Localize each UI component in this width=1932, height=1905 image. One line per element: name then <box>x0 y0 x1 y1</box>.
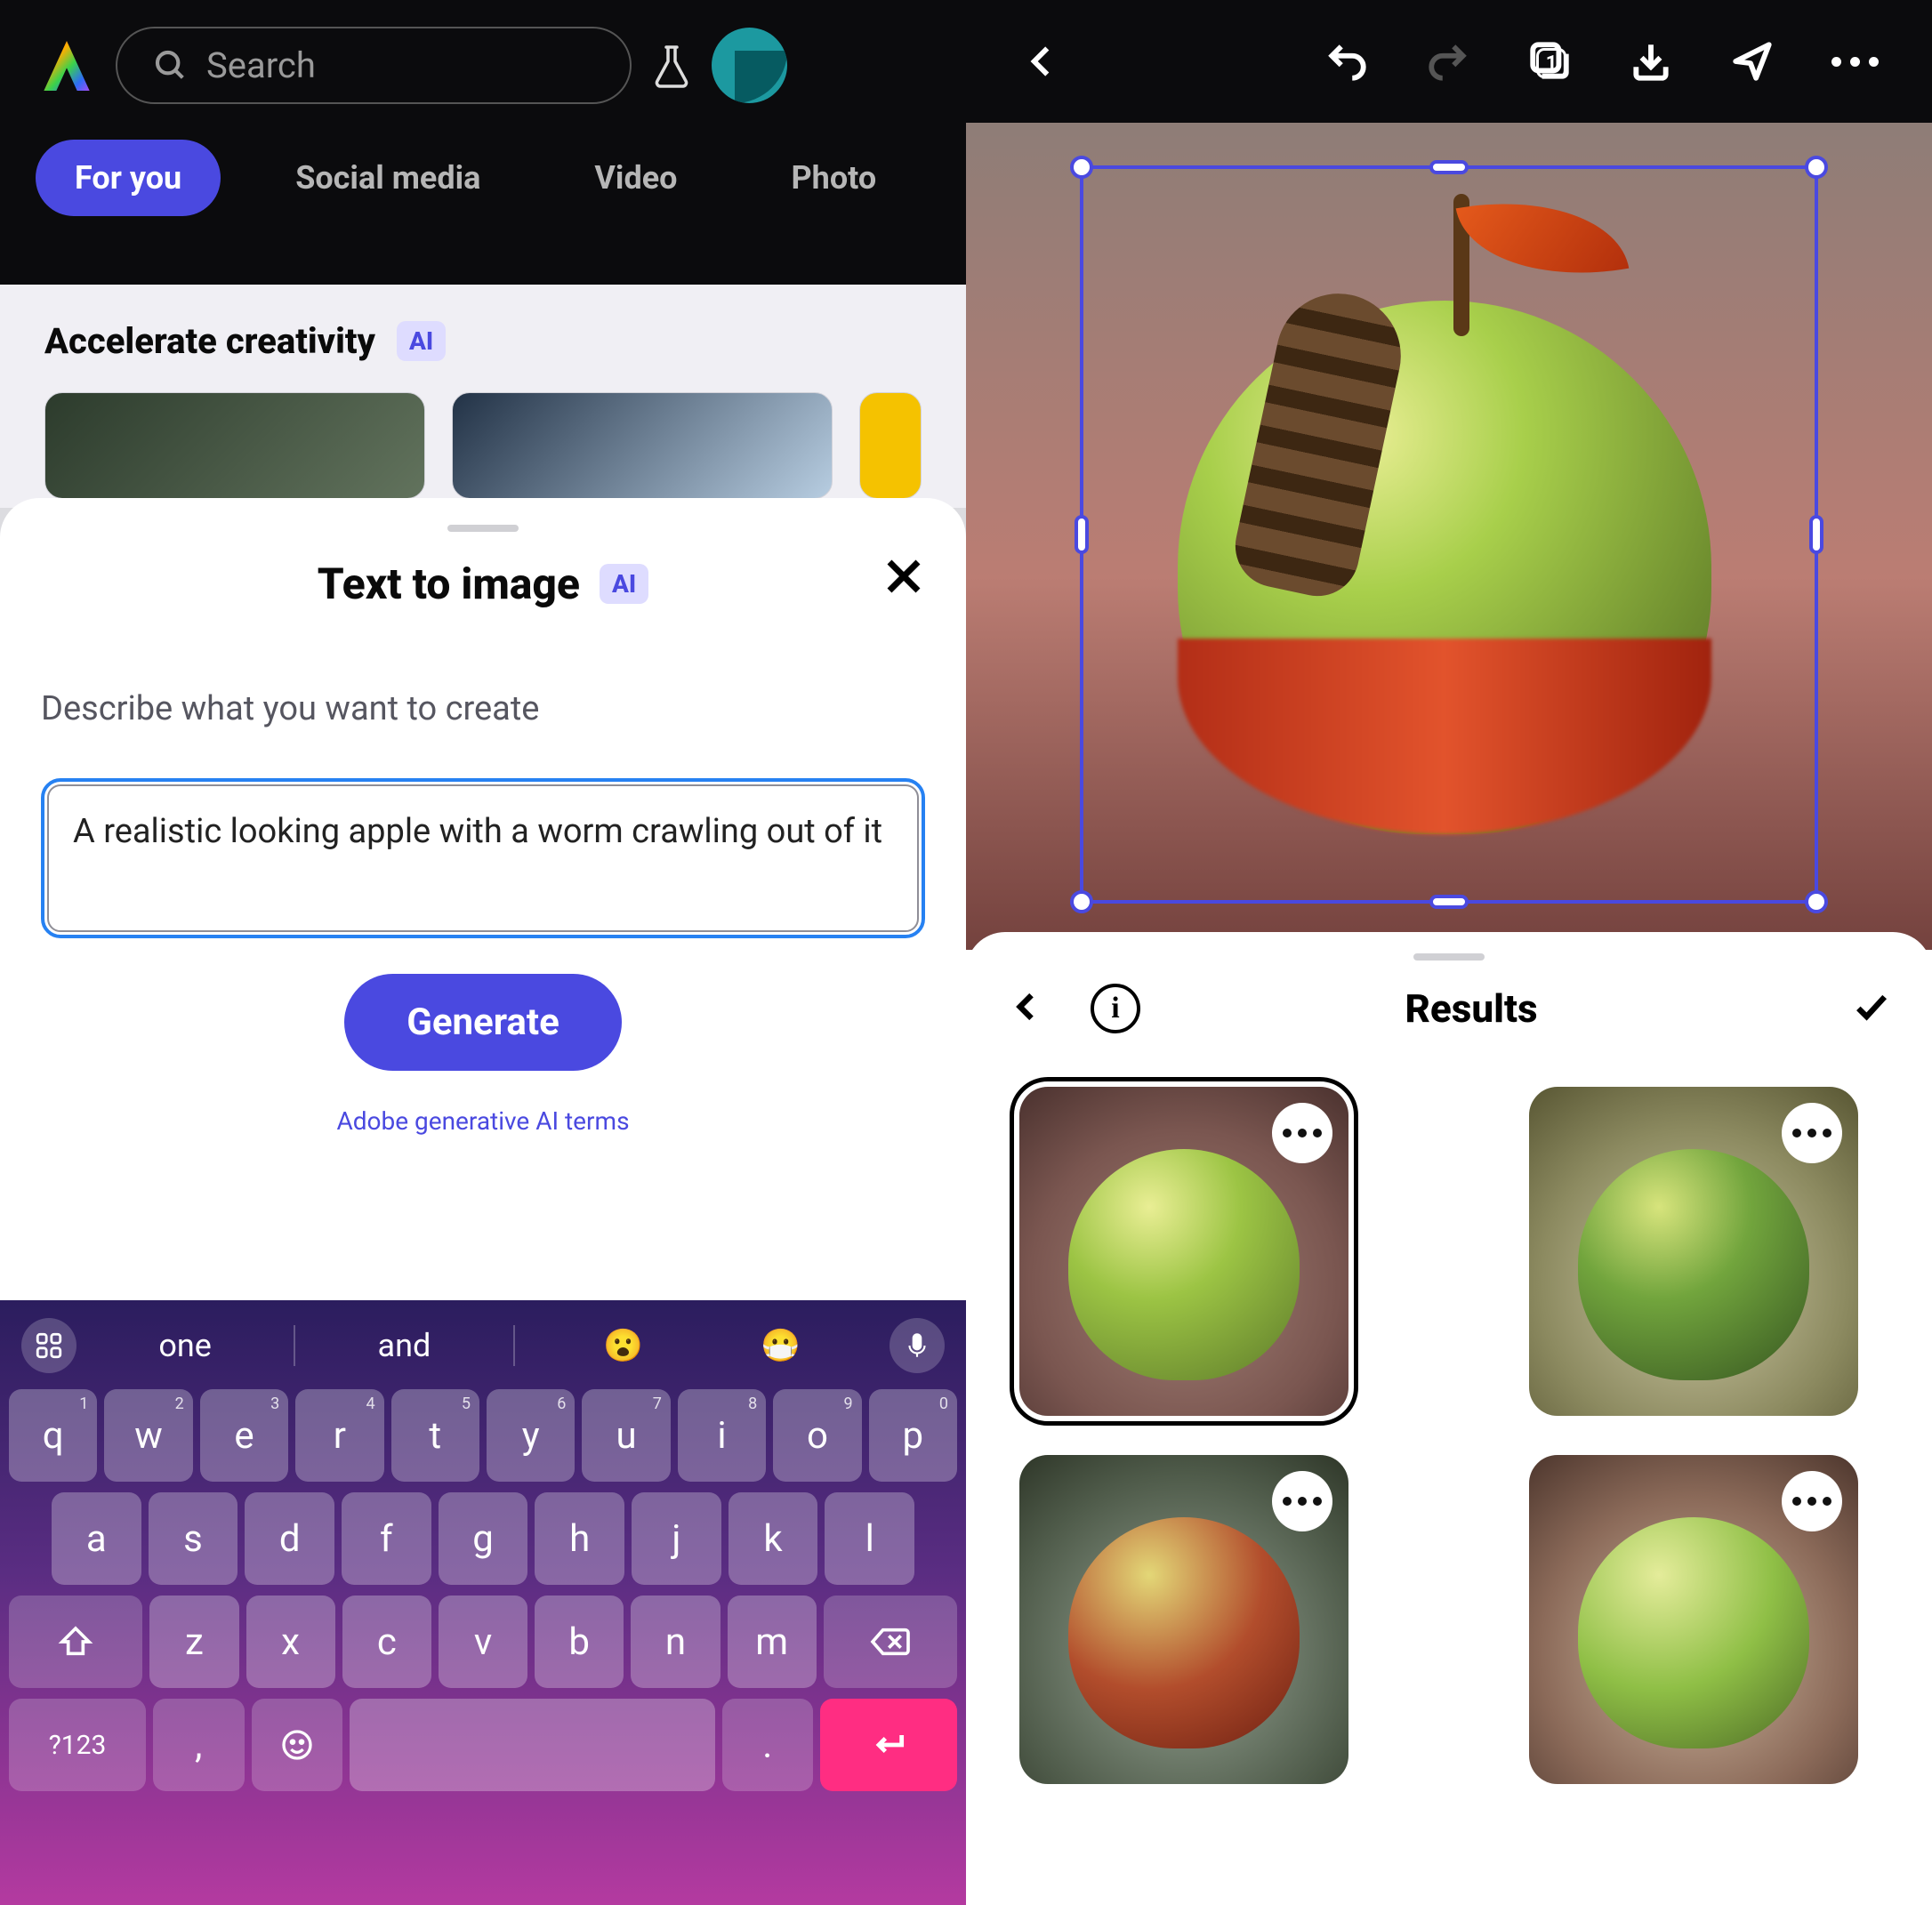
layers-icon[interactable]: 1 <box>1527 39 1572 84</box>
key-q[interactable]: q1 <box>9 1389 97 1482</box>
results-back-icon[interactable] <box>1007 987 1046 1030</box>
keyboard-suggestion[interactable]: one <box>136 1318 234 1373</box>
download-icon[interactable] <box>1629 39 1673 84</box>
sheet-description: Describe what you want to create <box>41 689 925 728</box>
key-k[interactable]: k <box>729 1492 818 1585</box>
template-thumb[interactable] <box>44 392 425 499</box>
redo-icon[interactable] <box>1426 39 1470 84</box>
confirm-icon[interactable] <box>1802 987 1891 1030</box>
key-l[interactable]: l <box>825 1492 914 1585</box>
ai-terms-link[interactable]: Adobe generative AI terms <box>41 1106 925 1136</box>
sheet-handle[interactable] <box>1413 953 1485 961</box>
key-n[interactable]: n <box>631 1596 720 1688</box>
result-thumbnail[interactable] <box>1529 1087 1858 1416</box>
key-h[interactable]: h <box>535 1492 624 1585</box>
key-p[interactable]: p0 <box>869 1389 957 1482</box>
key-j[interactable]: j <box>632 1492 721 1585</box>
key-o[interactable]: o9 <box>773 1389 861 1482</box>
canvas[interactable] <box>966 123 1932 950</box>
template-thumb[interactable] <box>859 392 922 499</box>
generate-button[interactable]: Generate <box>344 974 622 1071</box>
key-m[interactable]: m <box>728 1596 817 1688</box>
close-icon[interactable] <box>882 555 925 601</box>
emoji-key[interactable] <box>252 1699 343 1791</box>
thumbnail-options-icon[interactable] <box>1782 1103 1842 1163</box>
undo-icon[interactable] <box>1324 39 1369 84</box>
result-thumbnail[interactable] <box>1019 1087 1348 1416</box>
info-icon[interactable]: i <box>1091 984 1140 1033</box>
soft-keyboard: one and 😮 😷 q1w2e3r4t5y6u7i8o9p0 asdfghj… <box>0 1300 966 1905</box>
editor-toolbar: 1 <box>966 0 1932 123</box>
key-a[interactable]: a <box>52 1492 141 1585</box>
ai-badge: AI <box>397 321 446 361</box>
tab-video[interactable]: Video <box>555 140 716 216</box>
selection-frame[interactable] <box>1080 165 1818 904</box>
backspace-key[interactable] <box>824 1596 957 1688</box>
keyboard-apps-icon[interactable] <box>21 1318 76 1373</box>
layer-count: 1 <box>1536 48 1566 78</box>
key-i[interactable]: i8 <box>678 1389 766 1482</box>
tab-photo[interactable]: Photo <box>752 140 915 216</box>
labs-icon[interactable] <box>649 44 694 88</box>
home-header: Search For you Social media Video Photo <box>0 0 966 285</box>
category-tabs: For you Social media Video Photo <box>0 122 966 216</box>
results-panel: i Results <box>966 932 1932 1905</box>
send-icon[interactable] <box>1730 39 1775 84</box>
key-g[interactable]: g <box>439 1492 528 1585</box>
shift-key[interactable] <box>9 1596 142 1688</box>
key-r[interactable]: r4 <box>295 1389 383 1482</box>
keyboard-emoji-suggestion[interactable]: 😮 <box>575 1318 672 1373</box>
microphone-icon[interactable] <box>890 1318 945 1373</box>
prompt-input[interactable]: A realistic looking apple with a worm cr… <box>41 778 925 938</box>
search-icon <box>153 48 189 84</box>
key-u[interactable]: u7 <box>582 1389 670 1482</box>
symbols-key[interactable]: ?123 <box>9 1699 146 1791</box>
prompt-text: A realistic looking apple with a worm cr… <box>73 807 893 857</box>
thumbnail-options-icon[interactable] <box>1782 1471 1842 1531</box>
results-title: Results <box>1140 985 1802 1032</box>
enter-key[interactable] <box>820 1699 957 1791</box>
template-thumb[interactable] <box>452 392 833 499</box>
accelerate-section: Accelerate creativity AI <box>0 285 966 508</box>
more-icon[interactable] <box>1831 57 1879 67</box>
search-placeholder: Search <box>206 44 316 86</box>
key-f[interactable]: f <box>342 1492 431 1585</box>
key-c[interactable]: c <box>342 1596 431 1688</box>
space-key[interactable] <box>350 1699 714 1791</box>
thumbnail-options-icon[interactable] <box>1272 1103 1332 1163</box>
result-thumbnail[interactable] <box>1019 1455 1348 1784</box>
accelerate-title: Accelerate creativity <box>44 320 375 362</box>
sheet-handle[interactable] <box>447 525 519 532</box>
comma-key[interactable]: , <box>153 1699 245 1791</box>
sheet-title: Text to image <box>318 559 580 609</box>
tab-for-you[interactable]: For you <box>36 140 221 216</box>
keyboard-emoji-suggestion[interactable]: 😷 <box>732 1318 830 1373</box>
user-avatar[interactable] <box>712 28 787 103</box>
key-e[interactable]: e3 <box>200 1389 288 1482</box>
ai-badge: AI <box>600 564 648 604</box>
thumbnail-options-icon[interactable] <box>1272 1471 1332 1531</box>
key-z[interactable]: z <box>149 1596 238 1688</box>
back-icon[interactable] <box>1019 39 1064 84</box>
key-y[interactable]: y6 <box>487 1389 575 1482</box>
key-t[interactable]: t5 <box>391 1389 479 1482</box>
tab-social-media[interactable]: Social media <box>256 140 519 216</box>
keyboard-suggestion[interactable]: and <box>355 1318 453 1373</box>
app-logo[interactable] <box>36 35 98 97</box>
key-x[interactable]: x <box>246 1596 335 1688</box>
period-key[interactable]: . <box>722 1699 814 1791</box>
key-v[interactable]: v <box>439 1596 527 1688</box>
result-thumbnail[interactable] <box>1529 1455 1858 1784</box>
key-d[interactable]: d <box>245 1492 334 1585</box>
key-s[interactable]: s <box>149 1492 238 1585</box>
key-w[interactable]: w2 <box>104 1389 192 1482</box>
search-input[interactable]: Search <box>116 27 632 104</box>
key-b[interactable]: b <box>535 1596 624 1688</box>
